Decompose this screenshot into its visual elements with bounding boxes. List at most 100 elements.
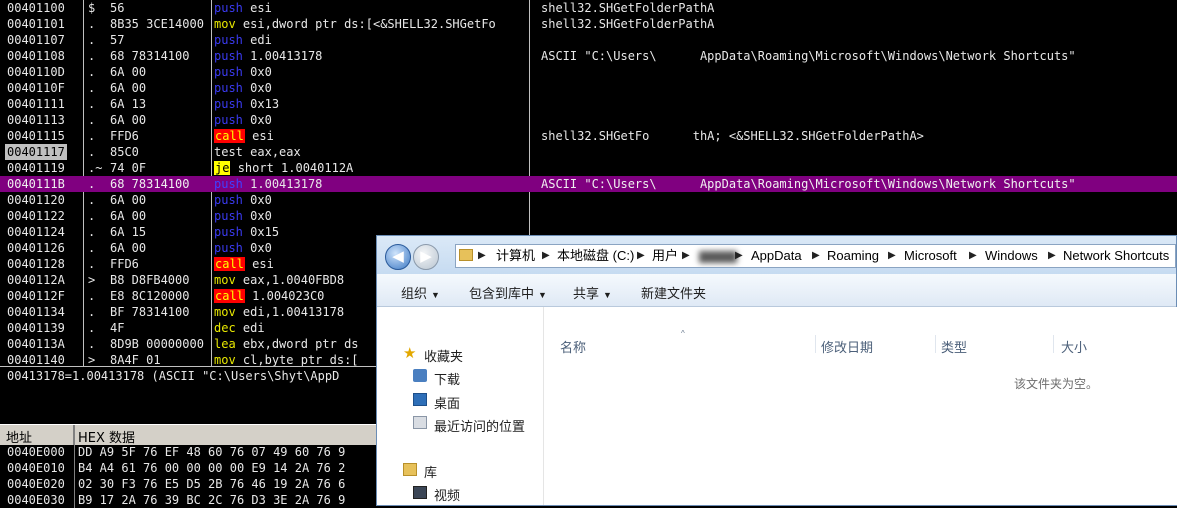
disasm-hex: 6A 00 [110,193,147,207]
disasm-operands: 0x0 [250,241,272,255]
disasm-mnemonic: mov [214,305,236,319]
disasm-mnemonic: lea [214,337,236,351]
nav-recent-places[interactable]: 最近访问的位置 [434,416,525,435]
disasm-marker: . [88,113,96,127]
disasm-row[interactable]: 0040110F. 6A 00 push 0x0 [0,80,1177,96]
disasm-address: 00401124 [7,225,65,239]
nav-videos[interactable]: 视频 [434,485,460,504]
disasm-row[interactable]: 00401115. FFD6 call esi shell32.SHGetFo thA… [0,128,1177,144]
disasm-instruction: push esi [214,0,272,16]
chevron-right-icon[interactable]: ▶ [1048,245,1056,267]
column-type[interactable]: 类型 [941,337,967,356]
disasm-row[interactable]: 00401107. 57 push edi [0,32,1177,48]
disasm-address: 0040110F [7,81,65,95]
include-in-library-button[interactable]: 包含到库中 ▼ [469,283,547,302]
nav-desktop[interactable]: 桌面 [434,393,460,412]
disasm-mnemonic: push [214,1,243,15]
address-bar: ◀ ▶ ▶ 计算机 ▶ 本地磁盘 (C:) ▶ 用户 ▶ ▶ AppData ▶… [377,236,1176,274]
column-name[interactable]: 名称 [560,337,586,356]
nav-libraries[interactable]: 库 [424,462,437,481]
disasm-row[interactable]: 00401108. 68 78314100 push 1.00413178 ASCII… [0,48,1177,64]
chevron-right-icon[interactable]: ▶ [478,245,486,267]
disasm-mnemonic: call [214,129,245,143]
download-folder-icon [413,369,427,382]
sort-caret-icon: ^ [681,329,685,338]
breadcrumb-appdata[interactable]: AppData [751,245,802,267]
breadcrumb-roaming[interactable]: Roaming [827,245,879,267]
dump-header-separator [73,425,75,445]
disasm-row[interactable]: 0040110D. 6A 00 push 0x0 [0,64,1177,80]
disasm-marker: $ [88,1,96,15]
dump-row[interactable]: 0040E000 DD A9 5F 76 EF 48 60 76 07 49 60… [0,444,380,460]
disasm-mnemonic: call [214,289,245,303]
disasm-row[interactable]: 00401113. 6A 00 push 0x0 [0,112,1177,128]
disasm-hex: 57 [110,33,125,47]
disasm-row[interactable]: 0040111B. 68 78314100 push 1.00413178 ASCII… [0,176,1177,192]
share-button[interactable]: 共享 ▼ [573,283,612,302]
column-divider[interactable] [935,335,936,353]
recent-places-icon [413,416,427,429]
column-divider[interactable] [815,335,816,353]
chevron-right-icon[interactable]: ▶ [637,245,645,267]
disasm-hex: 4F [110,321,125,335]
chevron-right-icon[interactable]: ▶ [812,245,820,267]
column-divider[interactable] [1053,335,1054,353]
disasm-operands: esi [250,1,272,15]
dump-hex: DD A9 5F 76 EF 48 60 76 07 49 60 76 9 [78,445,346,459]
disasm-comment: ASCII "C:\Users\ AppData\Roaming\Microso… [541,177,1076,191]
favorites-star-icon: ★ [403,345,417,362]
share-label: 共享 [573,286,600,301]
disasm-row[interactable]: 00401119 .~ 74 0F je short 1.0040112A [0,160,1177,176]
chevron-right-icon[interactable]: ▶ [969,245,977,267]
dump-address: 0040E020 [7,477,65,491]
disasm-instruction: lea ebx,dword ptr ds [214,336,359,352]
breadcrumb-username-blurred[interactable] [699,245,737,267]
dump-hex: 02 30 F3 76 E5 D5 2B 76 46 19 2A 76 6 [78,477,346,491]
disasm-address: 00401117 [5,144,67,160]
disasm-mnemonic: push [214,177,243,191]
dump-header: 地址 HEX 数据 [0,424,380,446]
breadcrumb-windows[interactable]: Windows [985,245,1038,267]
disasm-row[interactable]: 00401120. 6A 00 push 0x0 [0,192,1177,208]
disasm-mnemonic: mov [214,353,236,367]
forward-button[interactable]: ▶ [413,244,439,270]
disasm-address: 00401128 [7,257,65,271]
chevron-right-icon[interactable]: ▶ [735,245,743,267]
disasm-hex: 6A 15 [110,225,147,239]
dump-row[interactable]: 0040E010 B4 A4 61 76 00 00 00 00 E9 14 2A… [0,460,380,476]
back-button[interactable]: ◀ [385,244,411,270]
disasm-row[interactable]: 00401100 $56 push esi shell32.SHGetFolderPa… [0,0,1177,16]
navigation-pane: ★ 收藏夹 下载 桌面 最近访问的位置 库 视频 [377,307,543,505]
chevron-right-icon[interactable]: ▶ [682,245,690,267]
column-modified[interactable]: 修改日期 [821,337,873,356]
breadcrumb-microsoft[interactable]: Microsoft [904,245,957,267]
disasm-marker: . [88,209,96,223]
nav-favorites[interactable]: 收藏夹 [424,346,463,365]
disasm-comment: ASCII "C:\Users\ AppData\Roaming\Microso… [541,49,1076,63]
disasm-operands: esi,dword ptr ds:[<&SHELL32.SHGetFo [242,17,496,31]
disasm-row[interactable]: 00401111. 6A 13 push 0x13 [0,96,1177,112]
disasm-marker: . [88,305,96,319]
breadcrumb-network-shortcuts[interactable]: Network Shortcuts [1063,245,1169,267]
chevron-right-icon[interactable]: ▶ [888,245,896,267]
breadcrumb-computer[interactable]: 计算机 [496,245,535,267]
disasm-row[interactable]: 00401117. 85C0 test eax,eax [0,144,1177,160]
breadcrumb-users[interactable]: 用户 [652,245,678,267]
file-list[interactable]: 名称 ^ 修改日期 类型 大小 该文件夹为空。 [543,307,1177,505]
folder-icon [459,249,473,261]
disasm-row[interactable]: 00401101. 8B35 3CE14000 mov esi,dword ptr … [0,16,1177,32]
new-folder-button[interactable]: 新建文件夹 [641,283,706,302]
breadcrumb[interactable]: ▶ 计算机 ▶ 本地磁盘 (C:) ▶ 用户 ▶ ▶ AppData ▶ Roa… [455,244,1176,268]
disasm-row[interactable]: 00401122. 6A 00 push 0x0 [0,208,1177,224]
organize-button[interactable]: 组织 ▼ [401,283,440,302]
disasm-hex: 68 78314100 [110,177,190,191]
dump-row[interactable]: 0040E020 02 30 F3 76 E5 D5 2B 76 46 19 2A… [0,476,380,492]
disasm-marker: . [88,225,96,239]
chevron-right-icon[interactable]: ▶ [542,245,550,267]
disasm-operands: 1.00413178 [250,49,323,63]
breadcrumb-local-disk[interactable]: 本地磁盘 (C:) [557,245,634,267]
column-size[interactable]: 大小 [1061,337,1087,356]
disasm-address: 00401120 [7,193,65,207]
nav-downloads[interactable]: 下载 [434,369,460,388]
disasm-address: 00401126 [7,241,65,255]
